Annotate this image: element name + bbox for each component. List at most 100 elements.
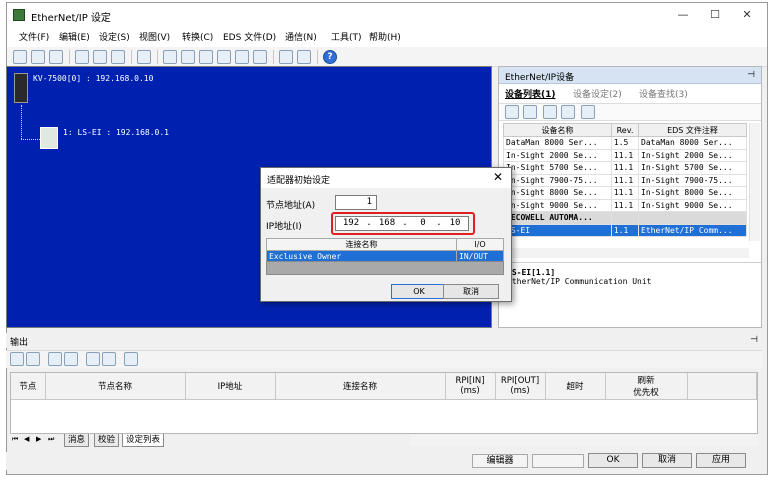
tab-device-list[interactable]: 设备列表(1) <box>505 87 556 100</box>
open-folder-icon[interactable] <box>31 50 45 64</box>
sort-icon[interactable] <box>543 105 557 119</box>
menu-view[interactable]: 视图(V) <box>139 30 170 43</box>
cut-icon[interactable] <box>75 50 89 64</box>
node-address-input[interactable]: 1 <box>335 195 377 210</box>
tab-verify[interactable]: 校验 <box>94 434 120 447</box>
copy-icon[interactable] <box>10 352 24 366</box>
filter-icon[interactable] <box>102 352 116 366</box>
vendor-group-row[interactable]: DECOWELL AUTOMA... <box>503 211 747 225</box>
menu-convert[interactable]: 转换(C) <box>182 30 213 43</box>
table-icon[interactable] <box>124 352 138 366</box>
column-header-eds-note[interactable]: EDS 文件注释 <box>638 123 747 137</box>
replace-icon[interactable] <box>64 352 78 366</box>
output-table: 节点 节点名称 IP地址 连接名称 RPI[IN] (ms) RPI[OUT] … <box>11 373 757 400</box>
column-header-ip-address[interactable]: IP地址 <box>185 373 276 400</box>
copy-icon[interactable] <box>93 50 107 64</box>
column-header-device-name[interactable]: 设备名称 <box>503 123 612 137</box>
connection-row[interactable]: Exclusive Owner IN/OUT <box>266 250 504 262</box>
menu-eds-file[interactable]: EDS 文件(D) <box>223 30 276 43</box>
tab-messages[interactable]: 消息 <box>64 434 90 447</box>
column-header-rev[interactable]: Rev. <box>610 123 640 137</box>
network-icon[interactable] <box>137 50 151 64</box>
search-icon[interactable] <box>199 50 213 64</box>
dialog-cancel-button[interactable]: 取消 <box>443 284 499 299</box>
pin-icon[interactable]: ⊣ <box>750 335 758 345</box>
dialog-ok-button[interactable]: OK <box>391 284 447 299</box>
connection-table: 连接名称 I/O Exclusive Owner IN/OUT <box>266 238 504 262</box>
monitor-stop-icon[interactable] <box>235 50 249 64</box>
menu-edit[interactable]: 编辑(E) <box>59 30 90 43</box>
zoom-icon[interactable] <box>279 50 293 64</box>
table-row[interactable]: DataMan 8000 Ser... 1.5 DataMan 8000 Ser..… <box>503 136 747 150</box>
plc-label: KV-7500[0] : 192.168.0.10 <box>33 74 154 83</box>
check-icon[interactable] <box>253 50 267 64</box>
layout-icon[interactable] <box>297 50 311 64</box>
note-cell: In-Sight 8000 Se... <box>638 186 747 200</box>
new-file-icon[interactable] <box>13 50 27 64</box>
print-icon[interactable] <box>163 50 177 64</box>
dialog-title-bar[interactable]: 适配器初始设定 ✕ <box>261 168 511 188</box>
tab-device-settings[interactable]: 设备设定(2) <box>573 87 622 100</box>
horizontal-scrollbar[interactable] <box>410 435 758 446</box>
adapter-settings-dialog: 适配器初始设定 ✕ 节点地址(A) 1 IP地址(I) 192 . 168 . … <box>260 167 512 302</box>
network-line <box>21 105 22 139</box>
dialog-close-button[interactable]: ✕ <box>493 170 503 184</box>
menu-settings[interactable]: 设定(S) <box>99 30 130 43</box>
horizontal-scrollbar[interactable] <box>503 248 749 258</box>
maximize-button[interactable]: ☐ <box>699 3 731 27</box>
apply-button[interactable]: 应用 <box>696 453 746 468</box>
toolbar-separator <box>69 50 70 64</box>
column-header-node-name[interactable]: 节点名称 <box>45 373 186 400</box>
table-row[interactable]: In-Sight 7900-75... 11.1 In-Sight 7900-75.… <box>503 173 747 187</box>
menu-file[interactable]: 文件(F) <box>19 30 49 43</box>
table-row[interactable]: In-Sight 2000 Se... 11.1 In-Sight 2000 Se.… <box>503 148 747 162</box>
menu-communication[interactable]: 通信(N) <box>285 30 317 43</box>
filter-icon[interactable] <box>561 105 575 119</box>
cancel-button[interactable]: 取消 <box>642 453 692 468</box>
prev-tab-icon[interactable]: ◀ <box>24 435 29 443</box>
first-tab-icon[interactable]: ⏮ <box>12 435 18 444</box>
ip-highlight-box <box>331 212 475 235</box>
rev-cell: 11.1 <box>610 148 640 162</box>
plc-icon[interactable] <box>14 73 28 103</box>
list-icon[interactable] <box>523 105 537 119</box>
column-header-node[interactable]: 节点 <box>11 373 46 400</box>
pin-icon[interactable]: ⊣ <box>747 70 755 80</box>
paste-icon[interactable] <box>111 50 125 64</box>
help-icon[interactable]: ? <box>323 50 337 64</box>
menu-help[interactable]: 帮助(H) <box>369 30 401 43</box>
vertical-scrollbar[interactable] <box>749 123 760 241</box>
note-cell: In-Sight 7900-75... <box>638 173 747 187</box>
selected-device-row[interactable]: LS-EI 1.1 EtherNet/IP Comm... <box>503 223 747 237</box>
table-row[interactable]: In-Sight 5700 Se... 11.1 In-Sight 5700 Se.… <box>503 161 747 175</box>
column-header-refresh-priority[interactable]: 刷新 优先权 <box>605 373 688 400</box>
table-row[interactable]: In-Sight 8000 Se... 11.1 In-Sight 8000 Se.… <box>503 186 747 200</box>
jump-icon[interactable] <box>86 352 100 366</box>
tab-settings-list[interactable]: 设定列表 <box>122 434 165 447</box>
find-icon[interactable] <box>48 352 62 366</box>
device-name-cell: In-Sight 7900-75... <box>503 173 612 187</box>
column-header-rpi-in[interactable]: RPI[IN] (ms) <box>445 373 496 400</box>
next-tab-icon[interactable]: ▶ <box>36 435 41 443</box>
tree-icon[interactable] <box>505 105 519 119</box>
ok-button[interactable]: OK <box>588 453 638 468</box>
column-header-timeout[interactable]: 超时 <box>545 373 606 400</box>
column-header-rpi-out[interactable]: RPI[OUT] (ms) <box>495 373 546 400</box>
rev-cell: 11.1 <box>610 198 640 212</box>
paste-icon[interactable] <box>26 352 40 366</box>
column-header-connection-name[interactable]: 连接名称 <box>275 373 446 400</box>
title-bar[interactable]: EtherNet/IP 设定 — ☐ ✕ <box>7 3 767 27</box>
table-row[interactable]: In-Sight 9000 Se... 11.1 In-Sight 9000 Se.… <box>503 198 747 212</box>
minimize-button[interactable]: — <box>667 3 699 27</box>
adapter-node-icon[interactable] <box>40 127 58 149</box>
tab-device-search[interactable]: 设备查找(3) <box>639 87 688 100</box>
close-button[interactable]: ✕ <box>731 3 763 27</box>
monitor-icon[interactable] <box>217 50 231 64</box>
connection-table-empty-area <box>266 261 504 275</box>
menu-tools[interactable]: 工具(T) <box>331 30 362 43</box>
settings-icon[interactable] <box>181 50 195 64</box>
last-tab-icon[interactable]: ⏭ <box>48 435 54 444</box>
device-name-cell: In-Sight 8000 Se... <box>503 186 612 200</box>
save-icon[interactable] <box>49 50 63 64</box>
import-eds-icon[interactable] <box>581 105 595 119</box>
